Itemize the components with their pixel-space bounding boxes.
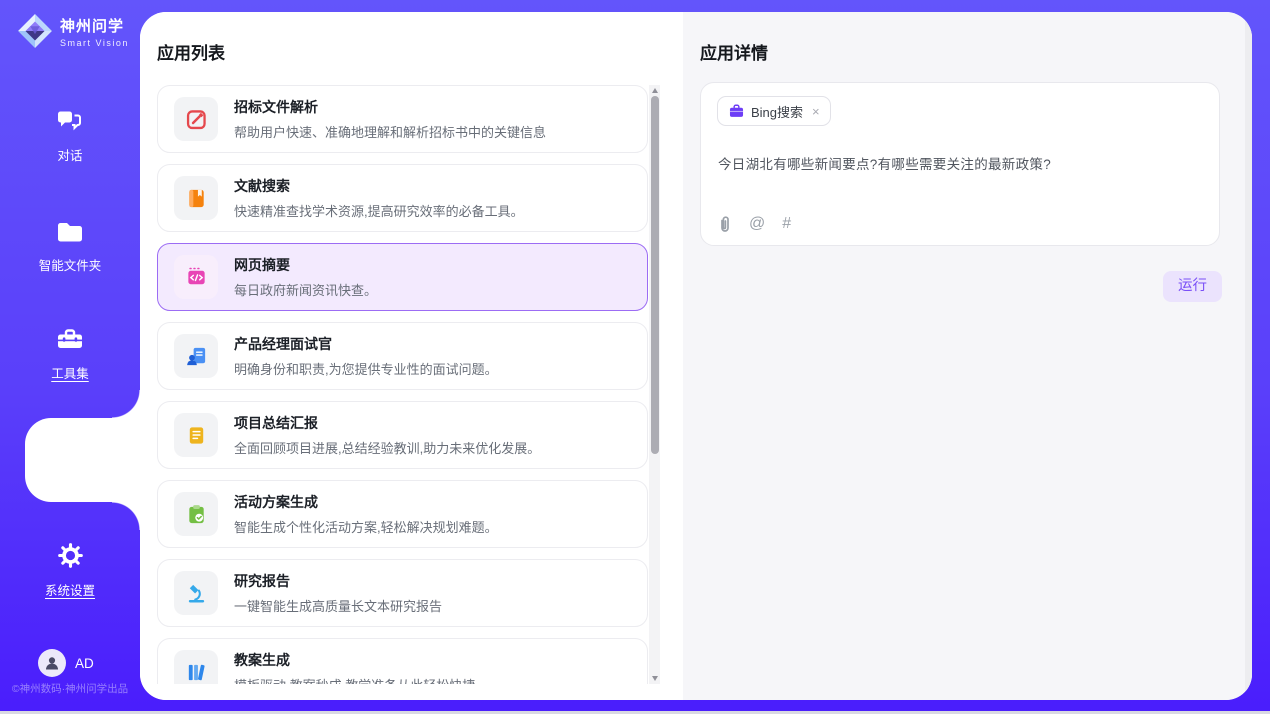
app-title: 教案生成 [234, 650, 475, 670]
app-title: 文献搜索 [234, 176, 524, 196]
briefcase-icon [729, 104, 744, 118]
sidebar-item-label: 工具集 [0, 363, 140, 382]
paperclip-icon[interactable] [718, 215, 732, 233]
icon-tile [174, 571, 218, 615]
edit-pen-icon [185, 108, 208, 131]
app-title: 招标文件解析 [234, 97, 546, 117]
app-detail-title: 应用详情 [700, 39, 768, 64]
app-desc: 明确身份和职责,为您提供专业性的面试问题。 [234, 359, 498, 378]
logo-title: 神州问学 [60, 15, 129, 36]
interviewer-icon [185, 345, 208, 368]
diamond-logo-icon [17, 13, 53, 49]
mention-icon[interactable]: @ [749, 216, 765, 232]
user-initials: AD [75, 656, 94, 671]
prompt-card[interactable]: Bing搜索 × 今日湖北有哪些新闻要点?有哪些需要关注的最新政策? @ # [700, 82, 1220, 246]
hash-icon[interactable]: # [782, 216, 791, 232]
list-item-research-report[interactable]: 研究报告 一键智能生成高质量长文本研究报告 [157, 559, 648, 627]
app-desc: 模板驱动,教案秒成,教学准备从此轻松快捷 [234, 675, 475, 684]
app-title: 研究报告 [234, 571, 442, 591]
book-icon [185, 187, 208, 210]
app-desc: 每日政府新闻资讯快查。 [234, 280, 377, 299]
sidebar-item-toolset[interactable]: 工具集 [0, 326, 140, 382]
avatar [38, 649, 66, 677]
icon-tile [174, 334, 218, 378]
user-account[interactable]: AD [38, 649, 94, 677]
clipboard-check-icon [185, 503, 208, 526]
plugin-chip-label: Bing搜索 [751, 102, 803, 121]
scrollbar[interactable] [649, 85, 660, 684]
scroll-up-arrow[interactable] [649, 85, 660, 96]
list-item-pm-interviewer[interactable]: 产品经理面试官 明确身份和职责,为您提供专业性的面试问题。 [157, 322, 648, 390]
person-icon [44, 655, 60, 671]
scroll-down-arrow[interactable] [649, 673, 660, 684]
icon-tile [174, 255, 218, 299]
query-input-text[interactable]: 今日湖北有哪些新闻要点?有哪些需要关注的最新政策? [718, 153, 1051, 173]
app-desc: 全面回顾项目进展,总结经验教训,助力未来优化发展。 [234, 438, 540, 457]
app-list: 招标文件解析 帮助用户快速、准确地理解和解析招标书中的关键信息 文献搜索 [157, 85, 648, 684]
folder-icon [56, 220, 84, 244]
list-item-bid-parse[interactable]: 招标文件解析 帮助用户快速、准确地理解和解析招标书中的关键信息 [157, 85, 648, 153]
list-item-project-summary[interactable]: 项目总结汇报 全面回顾项目进展,总结经验教训,助力未来优化发展。 [157, 401, 648, 469]
toolbox-icon [56, 326, 84, 352]
input-toolbar: @ # [718, 215, 791, 233]
sidebar-item-smart-folder[interactable]: 智能文件夹 [0, 220, 140, 274]
run-button[interactable]: 运行 [1163, 271, 1222, 302]
content-area: 应用列表 招标文件解析 帮助用户快速、准确地理解和解析招标书中的关键信息 [140, 12, 1252, 700]
app-desc: 帮助用户快速、准确地理解和解析招标书中的关键信息 [234, 122, 546, 141]
books-icon [185, 661, 208, 684]
sidebar-item-label: 对话 [0, 145, 140, 164]
app-list-panel: 应用列表 招标文件解析 帮助用户快速、准确地理解和解析招标书中的关键信息 [140, 12, 683, 700]
web-code-icon [185, 266, 208, 289]
app-detail-panel: 应用详情 Bing搜索 × 今日湖北有哪些新闻要点?有哪些需要关注的最新政策? … [683, 12, 1252, 700]
app-desc: 智能生成个性化活动方案,轻松解决规划难题。 [234, 517, 498, 536]
active-nav-bump [25, 418, 140, 502]
app-title: 网页摘要 [234, 255, 377, 275]
list-item-web-summary-selected[interactable]: 网页摘要 每日政府新闻资讯快查。 [157, 243, 648, 311]
icon-tile [174, 492, 218, 536]
sidebar: 神州问学 Smart Vision 对话 智能文件夹 工具集 [0, 0, 140, 714]
chip-close-icon[interactable]: × [812, 105, 820, 118]
chat-icon [56, 108, 84, 134]
app-desc: 一键智能生成高质量长文本研究报告 [234, 596, 442, 615]
sidebar-item-label: 智能文件夹 [0, 255, 140, 274]
detail-scroll-track [1245, 12, 1252, 700]
sidebar-item-label: 系统设置 [0, 580, 140, 599]
app-title: 活动方案生成 [234, 492, 498, 512]
scrollbar-thumb[interactable] [651, 96, 659, 454]
logo-subtitle: Smart Vision [60, 38, 129, 48]
icon-tile [174, 650, 218, 684]
app-desc: 快速精准查找学术资源,提高研究效率的必备工具。 [234, 201, 524, 220]
bump-corner-top [112, 390, 140, 418]
app-logo: 神州问学 Smart Vision [17, 13, 129, 49]
summary-doc-icon [185, 424, 208, 447]
sidebar-item-settings[interactable]: 系统设置 [0, 542, 140, 599]
icon-tile [174, 413, 218, 457]
list-item-event-plan[interactable]: 活动方案生成 智能生成个性化活动方案,轻松解决规划难题。 [157, 480, 648, 548]
app-title: 项目总结汇报 [234, 413, 540, 433]
copyright-text: ©神州数码·神州问学出品 [0, 681, 140, 696]
list-item-literature-search[interactable]: 文献搜索 快速精准查找学术资源,提高研究效率的必备工具。 [157, 164, 648, 232]
app-title: 产品经理面试官 [234, 334, 498, 354]
list-item-lesson-plan[interactable]: 教案生成 模板驱动,教案秒成,教学准备从此轻松快捷 [157, 638, 648, 684]
icon-tile [174, 176, 218, 220]
sidebar-item-chat[interactable]: 对话 [0, 108, 140, 164]
microscope-icon [185, 582, 208, 605]
bump-corner-bottom [112, 502, 140, 530]
gear-icon [57, 542, 84, 569]
app-list-title: 应用列表 [157, 39, 225, 64]
plugin-chip-bing-search[interactable]: Bing搜索 × [717, 96, 831, 126]
icon-tile [174, 97, 218, 141]
